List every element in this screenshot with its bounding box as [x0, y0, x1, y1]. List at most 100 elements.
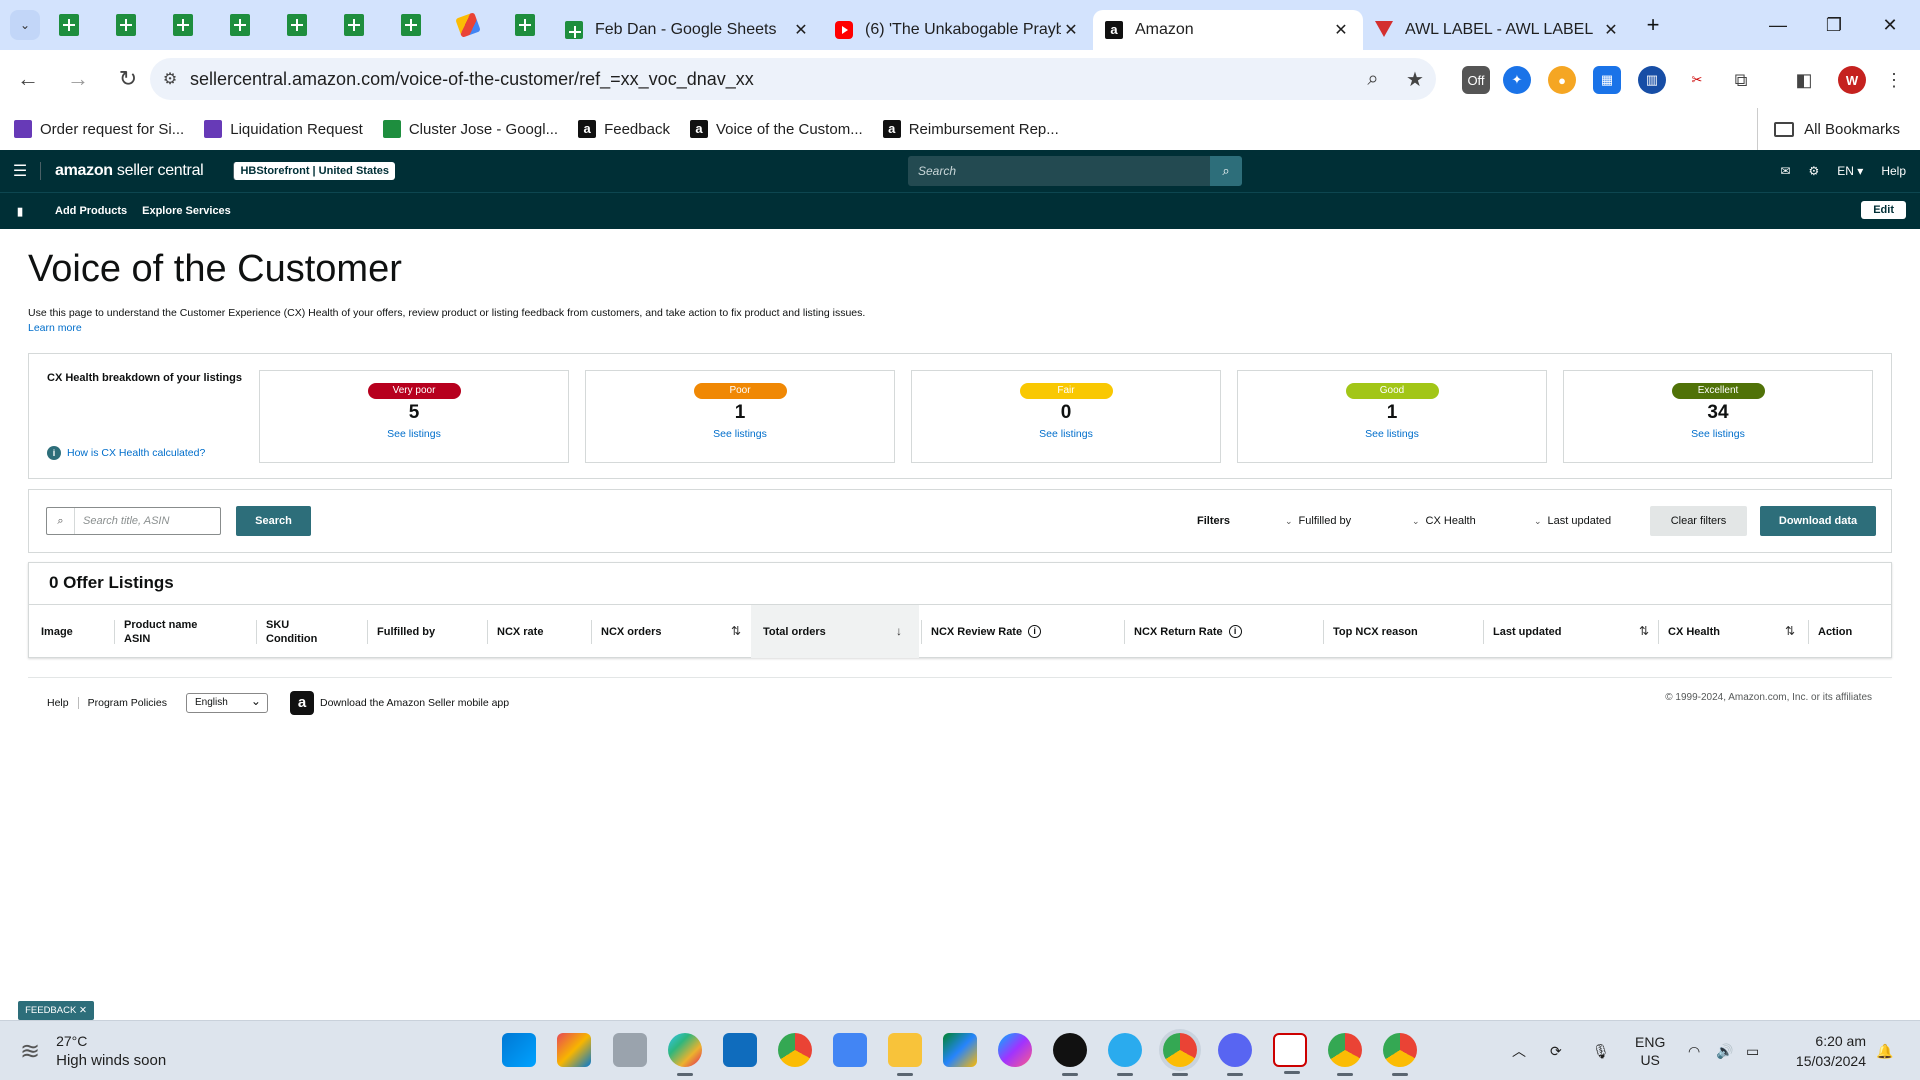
copilot-icon[interactable]: [557, 1033, 591, 1067]
language-selector[interactable]: EN ▾: [1837, 164, 1863, 178]
see-listings-link[interactable]: See listings: [1238, 428, 1546, 440]
chrome-icon[interactable]: [778, 1033, 812, 1067]
edit-button[interactable]: Edit: [1861, 201, 1906, 219]
seller-search-input[interactable]: Search: [908, 156, 1210, 186]
minimize-icon[interactable]: —: [1750, 0, 1806, 50]
col-ncx-rate[interactable]: NCX rate: [486, 605, 543, 658]
col-ncx-review-rate[interactable]: NCX Review Rate i: [920, 605, 1042, 658]
back-arrow-icon[interactable]: ←: [6, 57, 50, 101]
kebab-menu-icon[interactable]: ⋮: [1880, 66, 1908, 94]
sort-descending-icon[interactable]: ↓: [896, 624, 902, 638]
pinned-tab-sheets-5[interactable]: [268, 0, 325, 50]
bookmark-liquidation-request[interactable]: Liquidation Request: [204, 120, 363, 138]
pinned-tab-sheets-1[interactable]: [40, 0, 97, 50]
bookmark-reimbursement[interactable]: a Reimbursement Rep...: [882, 120, 1059, 138]
battery-icon[interactable]: ▭: [1746, 1021, 1759, 1080]
show-hidden-icons-chevron-icon[interactable]: ︿: [1512, 1021, 1526, 1080]
profile-avatar[interactable]: W: [1838, 66, 1866, 94]
filter-cx-health[interactable]: ⌄ CX Health: [1412, 515, 1476, 527]
input-language[interactable]: ENG US: [1635, 1021, 1665, 1080]
col-ncx-return-rate[interactable]: NCX Return Rate i: [1124, 605, 1242, 658]
amazon-app-icon[interactable]: a: [289, 691, 314, 715]
address-bar[interactable]: ⚙ sellercentral.amazon.com/voice-of-the-…: [150, 58, 1436, 100]
pinned-tab-sheets-2[interactable]: [97, 0, 154, 50]
extension-red-icon[interactable]: ✂: [1683, 66, 1711, 94]
chrome-profile-2-icon[interactable]: [1328, 1033, 1362, 1076]
bookmark-feedback[interactable]: a Feedback: [578, 120, 670, 138]
extension-off-icon[interactable]: Off: [1462, 66, 1490, 94]
sort-icon[interactable]: ⇅: [1785, 624, 1795, 638]
learn-more-link[interactable]: Learn more: [28, 322, 82, 334]
feedback-tab[interactable]: FEEDBACK ✕: [18, 1001, 94, 1020]
filter-fulfilled-by[interactable]: ⌄ Fulfilled by: [1285, 515, 1351, 527]
restore-icon[interactable]: ❐: [1806, 0, 1862, 50]
start-windows-icon[interactable]: [502, 1033, 536, 1067]
reload-icon[interactable]: ↻: [106, 57, 150, 101]
telegram-icon[interactable]: [1108, 1033, 1142, 1076]
notepad-icon[interactable]: [833, 1033, 867, 1067]
store-selector[interactable]: HBStorefront | United States: [233, 162, 395, 180]
see-listings-link[interactable]: See listings: [1564, 428, 1872, 440]
chrome-profile-3-icon[interactable]: [1383, 1033, 1417, 1076]
clear-filters-button[interactable]: Clear filters: [1650, 506, 1747, 536]
footer-language-select[interactable]: English: [185, 692, 268, 713]
tab-awl-label[interactable]: AWL LABEL - AWL LABEL ✕: [1363, 10, 1633, 50]
col-last-updated[interactable]: Last updated: [1482, 605, 1561, 658]
tab-feb-dan[interactable]: Feb Dan - Google Sheets ✕: [553, 10, 823, 50]
col-top-ncx-reason[interactable]: Top NCX reason: [1323, 605, 1418, 658]
wifi-icon[interactable]: ◠: [1688, 1021, 1700, 1080]
close-tab-icon[interactable]: ✕: [1601, 20, 1621, 40]
bookmark-star-icon[interactable]: ★: [1394, 67, 1436, 92]
all-bookmarks-button[interactable]: All Bookmarks: [1757, 108, 1900, 150]
microphone-icon[interactable]: 🎙: [1592, 1021, 1610, 1080]
tab-youtube[interactable]: (6) 'The Unkabogable Prayb ✕: [823, 10, 1093, 50]
hamburger-menu-icon[interactable]: ☰: [0, 161, 40, 181]
tab-search-chevron-icon[interactable]: ⌄: [10, 10, 40, 40]
close-window-icon[interactable]: ✕: [1862, 0, 1918, 50]
col-fulfilled-by[interactable]: Fulfilled by: [366, 605, 435, 658]
pinned-tab-sheets-8[interactable]: [496, 0, 553, 50]
chatgpt-icon[interactable]: [1053, 1033, 1087, 1076]
close-tab-icon[interactable]: ✕: [1331, 20, 1351, 40]
pinned-tab-sheets-3[interactable]: [154, 0, 211, 50]
footer-help-link[interactable]: Help: [47, 697, 79, 709]
listing-search-input[interactable]: ⌕ Search title, ASIN: [46, 507, 221, 535]
google-meet-icon[interactable]: [943, 1033, 977, 1067]
bookmark-order-request[interactable]: Order request for Si...: [14, 120, 184, 138]
col-sku[interactable]: SKU Condition: [255, 605, 317, 658]
zoom-icon[interactable]: ⌕: [1352, 68, 1394, 91]
pinned-tab-sheets-4[interactable]: [211, 0, 268, 50]
col-ncx-orders[interactable]: NCX orders: [591, 605, 662, 658]
footer-policies-link[interactable]: Program Policies: [79, 697, 176, 709]
filter-last-updated[interactable]: ⌄ Last updated: [1534, 515, 1611, 527]
extension-chart-icon[interactable]: ▥: [1638, 66, 1666, 94]
pinned-tab-slides[interactable]: [439, 0, 496, 50]
search-icon[interactable]: ⌕: [1210, 156, 1242, 186]
weather-widget[interactable]: ≋ 27°C High winds soon: [20, 1031, 166, 1071]
extension-grid-icon[interactable]: ▦: [1593, 66, 1621, 94]
info-icon[interactable]: i: [1228, 625, 1242, 638]
file-explorer-icon[interactable]: [888, 1033, 922, 1076]
see-listings-link[interactable]: See listings: [586, 428, 894, 440]
forward-arrow-icon[interactable]: →: [56, 57, 100, 101]
download-data-button[interactable]: Download data: [1760, 506, 1876, 536]
extension-orange-icon[interactable]: ●: [1548, 66, 1576, 94]
subnav-add-products[interactable]: Add Products: [55, 205, 127, 217]
sort-icon[interactable]: ⇅: [731, 624, 741, 638]
task-view-icon[interactable]: [613, 1033, 647, 1067]
mail-icon[interactable]: [723, 1033, 757, 1067]
side-panel-icon[interactable]: ◧: [1790, 66, 1818, 94]
cx-health-help-link[interactable]: i How is CX Health calculated?: [47, 446, 205, 460]
subnav-explore-services[interactable]: Explore Services: [142, 205, 231, 217]
notification-bell-icon[interactable]: 🔔: [1876, 1021, 1893, 1080]
see-listings-link[interactable]: See listings: [260, 428, 568, 440]
new-tab-button[interactable]: +: [1633, 12, 1673, 38]
tab-amazon[interactable]: a Amazon ✕: [1093, 10, 1363, 50]
mail-icon[interactable]: ✉: [1780, 164, 1790, 178]
col-product-name[interactable]: Product name ASIN: [113, 605, 197, 658]
sync-icon[interactable]: ⟳: [1550, 1021, 1562, 1080]
bookmark-voice-of-customer[interactable]: a Voice of the Custom...: [689, 120, 863, 138]
snipping-tool-icon[interactable]: [1273, 1033, 1307, 1074]
slack-icon[interactable]: [668, 1033, 702, 1076]
bookmark-icon[interactable]: ▮: [0, 205, 40, 218]
